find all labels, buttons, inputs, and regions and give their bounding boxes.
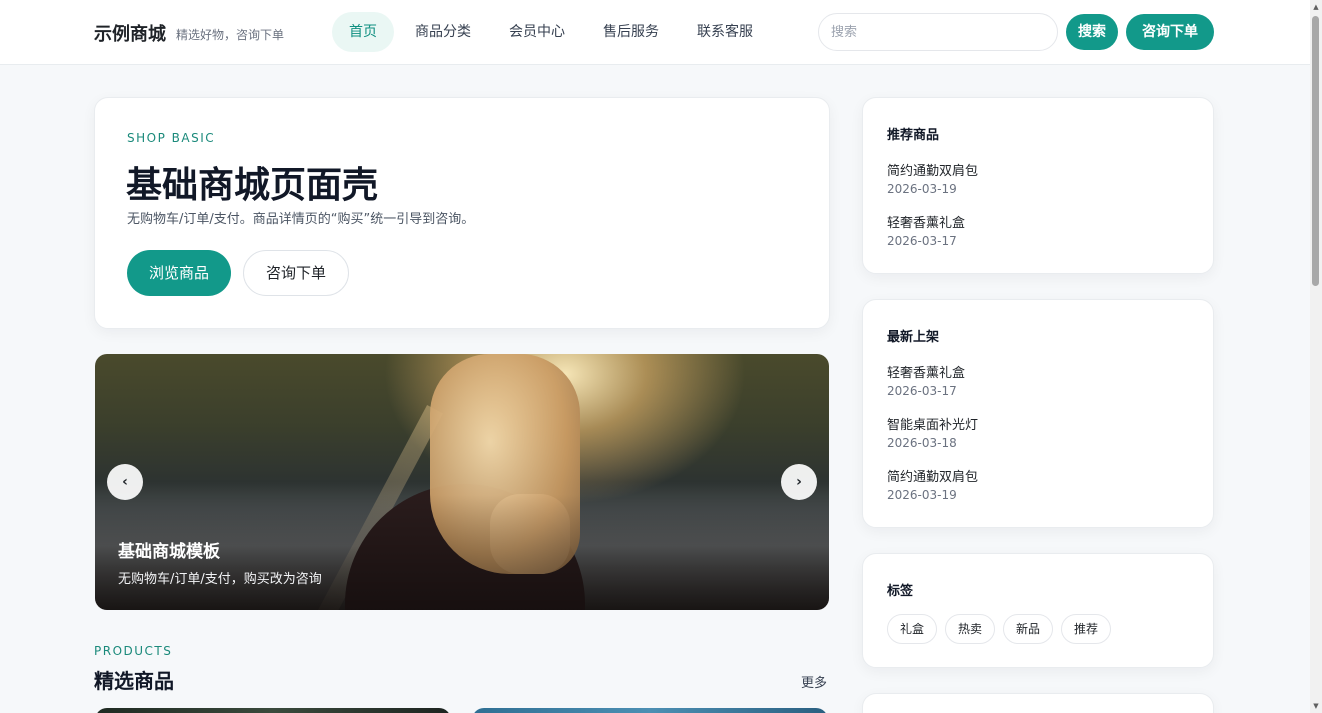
latest-item-date: 2026-03-19 (887, 488, 957, 502)
browse-products-button[interactable]: 浏览商品 (127, 250, 231, 296)
tag-chip[interactable]: 礼盒 (887, 614, 937, 644)
banner-carousel[interactable]: ‹ › 基础商城模板 无购物车/订单/支付，购买改为咨询 (95, 354, 829, 610)
recommended-title: 推荐商品 (887, 128, 940, 143)
hero-card: SHOP BASIC 基础商城页面壳 无购物车/订单/支付。商品详情页的“购买”… (94, 97, 830, 329)
product-card-image[interactable] (95, 708, 451, 713)
recommended-item[interactable]: 简约通勤双肩包 (887, 160, 978, 179)
tags-card: 标签 礼盒 热卖 新品 推荐 (862, 553, 1214, 668)
brand-slogan: 精选好物，咨询下单 (176, 28, 285, 42)
search-button[interactable]: 搜索 (1066, 14, 1118, 50)
scroll-up-icon[interactable]: ▲ (1310, 0, 1322, 14)
tag-chip[interactable]: 新品 (1003, 614, 1053, 644)
recommended-card: 推荐商品 简约通勤双肩包 2026-03-19 轻奢香薰礼盒 2026-03-1… (862, 97, 1214, 274)
nav-after-sales[interactable]: 售后服务 (596, 12, 666, 52)
tag-chip[interactable]: 热卖 (945, 614, 995, 644)
recommended-item[interactable]: 轻奢香薰礼盒 (887, 212, 965, 231)
tag-chip[interactable]: 推荐 (1061, 614, 1111, 644)
products-title: 精选商品 (94, 669, 174, 693)
nav-contact-support[interactable]: 联系客服 (690, 12, 760, 52)
scrollbar-thumb[interactable] (1312, 16, 1319, 286)
latest-title: 最新上架 (887, 330, 940, 345)
latest-item[interactable]: 轻奢香薰礼盒 (887, 362, 965, 381)
latest-item[interactable]: 智能桌面补光灯 (887, 414, 978, 433)
products-eyebrow: PRODUCTS (94, 644, 173, 658)
product-card-image[interactable] (472, 708, 828, 713)
tags-title: 标签 (887, 584, 914, 599)
top-header: 示例商城 精选好物，咨询下单 首页 商品分类 会员中心 售后服务 联系客服 搜索… (0, 0, 1310, 65)
latest-card: 最新上架 轻奢香薰礼盒 2026-03-17 智能桌面补光灯 2026-03-1… (862, 299, 1214, 528)
hero-eyebrow: SHOP BASIC (127, 131, 216, 145)
brand-logo[interactable]: 示例商城 (94, 20, 166, 46)
search-input[interactable] (818, 13, 1058, 51)
latest-item-date: 2026-03-18 (887, 436, 957, 450)
carousel-prev-icon[interactable]: ‹ (107, 464, 143, 500)
nav-member-center[interactable]: 会员中心 (502, 12, 572, 52)
hero-description: 无购物车/订单/支付。商品详情页的“购买”统一引导到咨询。 (127, 212, 475, 227)
hero-title: 基础商城页面壳 (126, 165, 379, 206)
recommended-item-date: 2026-03-17 (887, 234, 957, 248)
scroll-down-icon[interactable]: ▼ (1310, 699, 1322, 713)
sidebar-next-card (862, 693, 1214, 713)
nav-home[interactable]: 首页 (332, 12, 394, 52)
nav-categories[interactable]: 商品分类 (408, 12, 478, 52)
products-more-link[interactable]: 更多 (801, 672, 827, 691)
banner-title: 基础商城模板 (118, 542, 220, 562)
carousel-next-icon[interactable]: › (781, 464, 817, 500)
recommended-item-date: 2026-03-19 (887, 182, 957, 196)
latest-item[interactable]: 简约通勤双肩包 (887, 466, 978, 485)
banner-subtitle: 无购物车/订单/支付，购买改为咨询 (118, 572, 322, 587)
consult-order-button[interactable]: 咨询下单 (1126, 14, 1214, 50)
latest-item-date: 2026-03-17 (887, 384, 957, 398)
hero-consult-button[interactable]: 咨询下单 (243, 250, 349, 296)
